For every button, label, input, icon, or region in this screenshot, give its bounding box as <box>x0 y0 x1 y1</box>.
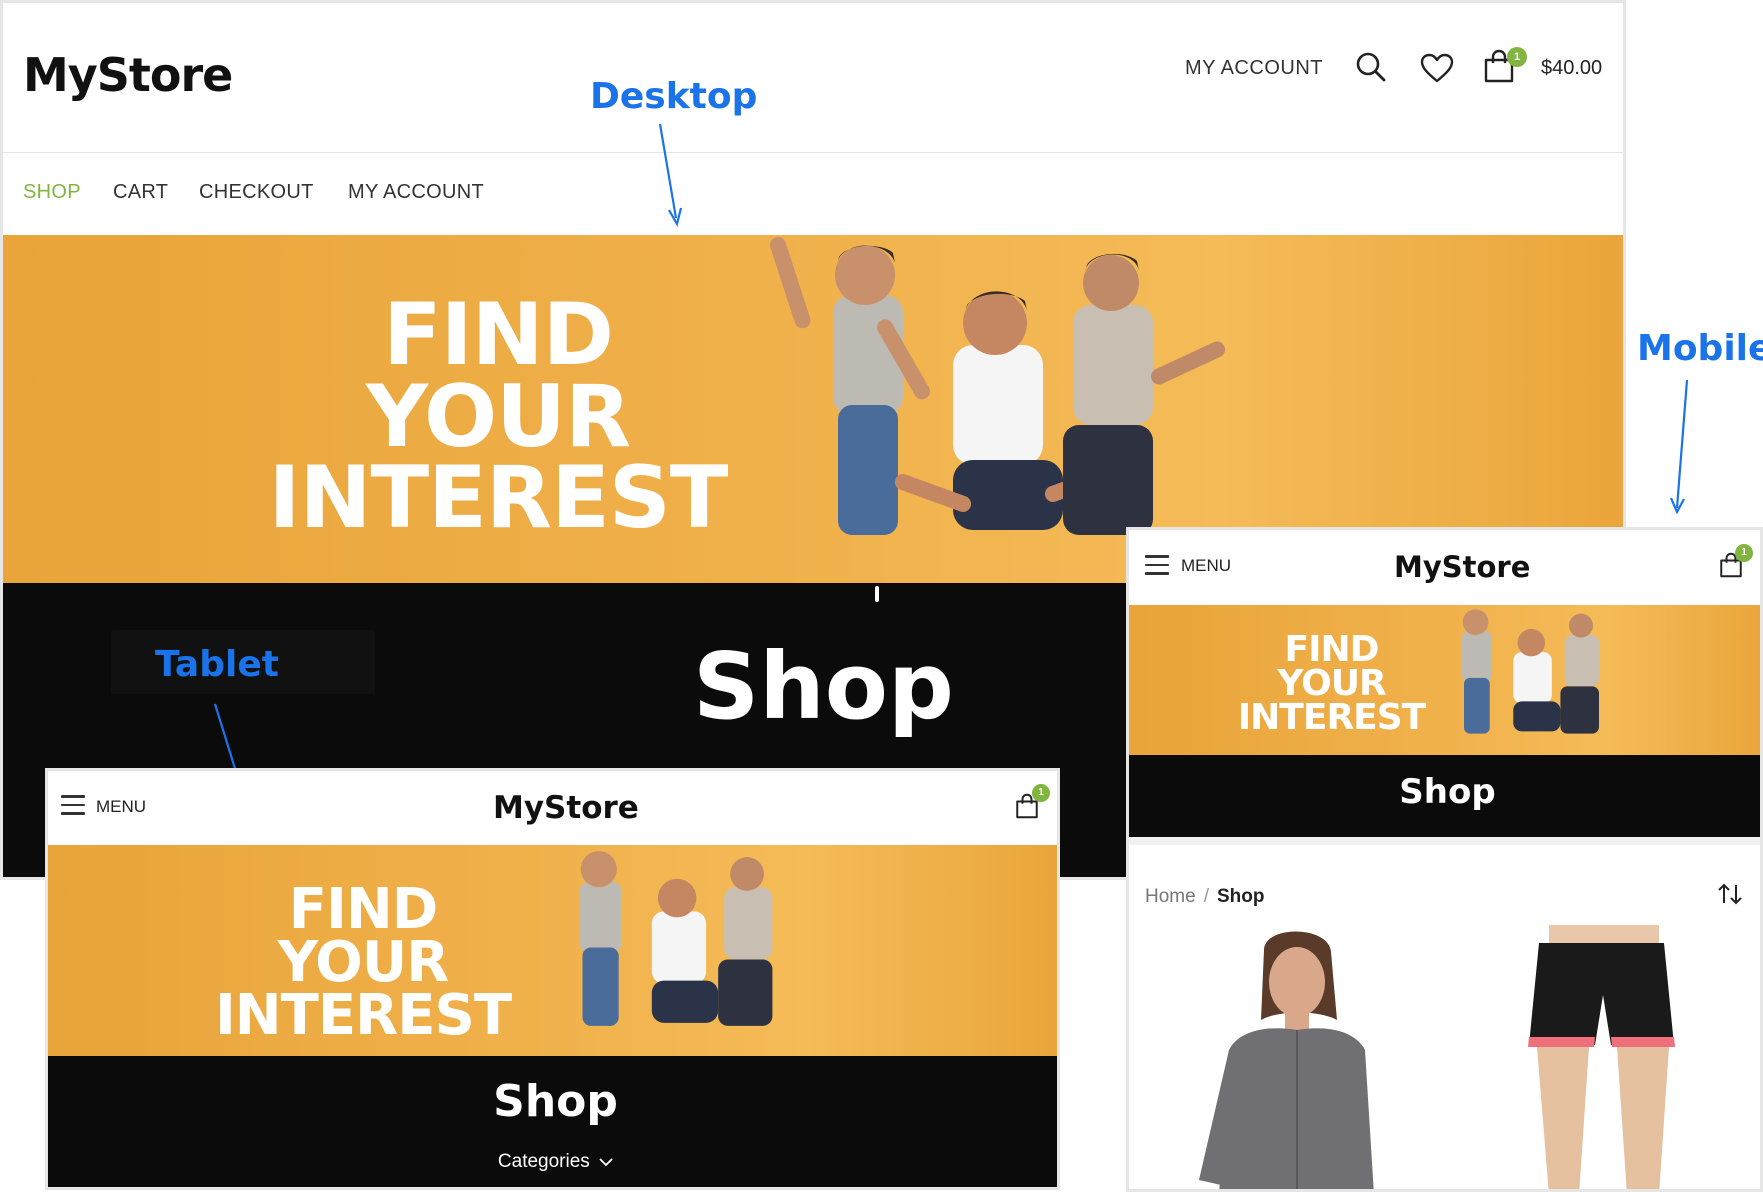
page-title: Shop <box>1399 772 1496 812</box>
search-icon[interactable] <box>1355 51 1387 83</box>
banner-line: INTEREST <box>1237 697 1426 739</box>
banner-photo-people <box>1461 609 1599 734</box>
heart-icon[interactable] <box>1420 53 1454 83</box>
breadcrumb-current: Shop <box>1216 886 1265 907</box>
hero-banner: FIND YOUR INTEREST <box>48 845 1057 1056</box>
mobile-header: MENU MyStore 1 <box>1129 530 1760 605</box>
hamburger-menu-icon[interactable] <box>61 795 85 821</box>
banner-line: FIND <box>288 877 438 942</box>
banner-line: FIND <box>1284 629 1380 670</box>
product-image[interactable] <box>1169 930 1429 1192</box>
mobile-view: MENU MyStore 1 FIND YOUR INTEREST Shop H… <box>1126 527 1763 1192</box>
mobile-callout-arrow <box>1669 379 1689 515</box>
product-image[interactable] <box>1499 925 1699 1192</box>
site-logo[interactable]: MyStore <box>23 48 233 102</box>
site-logo[interactable]: MyStore <box>493 790 639 826</box>
hamburger-menu-icon[interactable] <box>1145 555 1169 581</box>
nav-item-shop[interactable]: SHOP <box>23 181 81 204</box>
nav-item-cart[interactable]: CART <box>113 181 168 204</box>
my-account-link[interactable]: MY ACCOUNT <box>1185 57 1323 80</box>
sort-arrows-icon[interactable] <box>1717 882 1743 906</box>
cart-count-badge: 1 <box>1507 47 1527 67</box>
desktop-callout: Desktop <box>590 76 758 117</box>
tablet-callout: Tablet <box>155 644 279 685</box>
breadcrumb-home-link[interactable]: Home <box>1145 886 1196 907</box>
site-logo[interactable]: MyStore <box>1394 550 1530 584</box>
mobile-callout: Mobile <box>1637 328 1763 369</box>
banner-line: FIND <box>382 285 614 385</box>
nav-item-checkout[interactable]: CHECKOUT <box>199 181 314 204</box>
menu-button[interactable]: MENU <box>96 797 146 817</box>
breadcrumb-separator: / <box>1203 886 1209 907</box>
banner-headline: FIND YOUR INTEREST <box>258 285 738 549</box>
banner-line: YOUR <box>277 930 450 996</box>
categories-label: Categories <box>497 1151 590 1172</box>
chevron-down-icon <box>599 1158 613 1167</box>
page-title-bar: Shop Categories <box>48 1056 1057 1187</box>
nav-item-my-account[interactable]: MY ACCOUNT <box>348 181 484 204</box>
cart-count-badge: 1 <box>1735 544 1753 562</box>
desktop-callout-arrow <box>658 123 683 227</box>
cart-count-badge: 1 <box>1032 784 1050 802</box>
tablet-view: MENU MyStore 1 FIND YOUR INTEREST Shop C… <box>45 768 1060 1190</box>
page-title: Shop <box>693 633 954 740</box>
cart-total[interactable]: $40.00 <box>1541 57 1602 80</box>
page-title: Shop <box>493 1076 618 1127</box>
breadcrumb: Home / Shop <box>1145 886 1264 908</box>
banner-photo-people <box>579 851 773 1026</box>
banner-headline: FIND YOUR INTEREST <box>1224 629 1439 739</box>
scroll-indicator <box>875 586 879 602</box>
responsive-comparison: MyStore MY ACCOUNT 1 $40.00 SHOP CART CH… <box>0 0 1763 1192</box>
desktop-header: MyStore MY ACCOUNT 1 $40.00 <box>3 3 1623 153</box>
banner-headline: FIND YOUR INTEREST <box>213 877 513 1049</box>
banner-line: YOUR <box>365 366 631 467</box>
banner-line: INTEREST <box>214 983 512 1049</box>
page-title-bar: Shop <box>1129 755 1760 837</box>
categories-dropdown[interactable]: Categories <box>48 1151 1057 1173</box>
menu-button[interactable]: MENU <box>1181 556 1231 576</box>
tablet-header: MENU MyStore 1 <box>48 771 1057 845</box>
section-divider <box>1129 837 1760 845</box>
banner-line: YOUR <box>1277 663 1386 705</box>
hero-banner: FIND YOUR INTEREST <box>1129 605 1760 755</box>
banner-line: INTEREST <box>268 448 729 549</box>
desktop-main-nav: SHOP CART CHECKOUT MY ACCOUNT <box>3 153 1623 235</box>
